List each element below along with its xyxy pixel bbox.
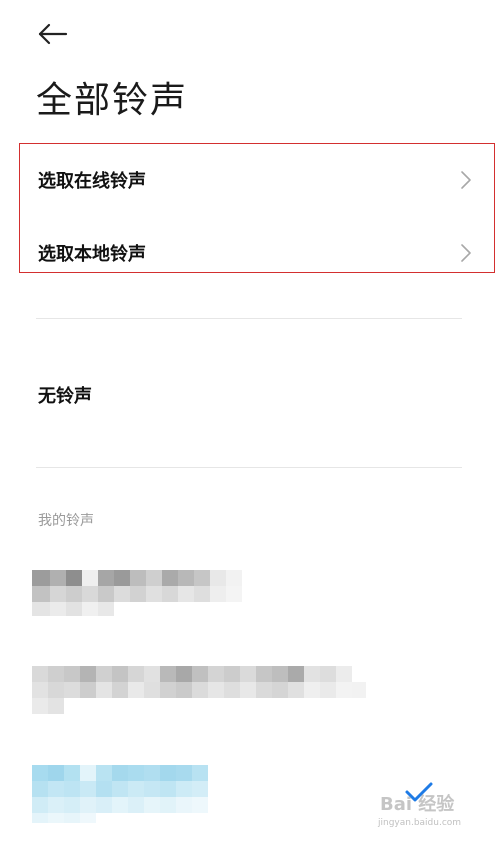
- no-ringtone-label: 无铃声: [38, 386, 92, 407]
- no-ringtone-option[interactable]: 无铃声: [36, 372, 462, 418]
- my-ringtones-header: 我的铃声: [38, 513, 94, 529]
- page-title: 全部铃声: [36, 80, 189, 121]
- ringtone-item[interactable]: [32, 568, 247, 618]
- watermark-url: jingyan.baidu.com: [378, 818, 462, 828]
- divider: [36, 467, 462, 468]
- back-button[interactable]: [34, 18, 74, 50]
- select-local-ringtone-label: 选取本地铃声: [38, 244, 146, 265]
- divider: [36, 318, 462, 319]
- watermark-logo: Bai 经验: [380, 794, 455, 815]
- chevron-right-icon: [461, 171, 471, 189]
- select-online-ringtone-label: 选取在线铃声: [38, 171, 146, 192]
- select-local-ringtone-row[interactable]: 选取本地铃声: [36, 228, 476, 278]
- ringtone-item-selected[interactable]: [32, 763, 212, 825]
- ringtone-item[interactable]: [32, 664, 367, 716]
- arrow-left-icon: [38, 23, 68, 45]
- chevron-right-icon: [461, 244, 471, 262]
- select-online-ringtone-row[interactable]: 选取在线铃声: [36, 155, 476, 205]
